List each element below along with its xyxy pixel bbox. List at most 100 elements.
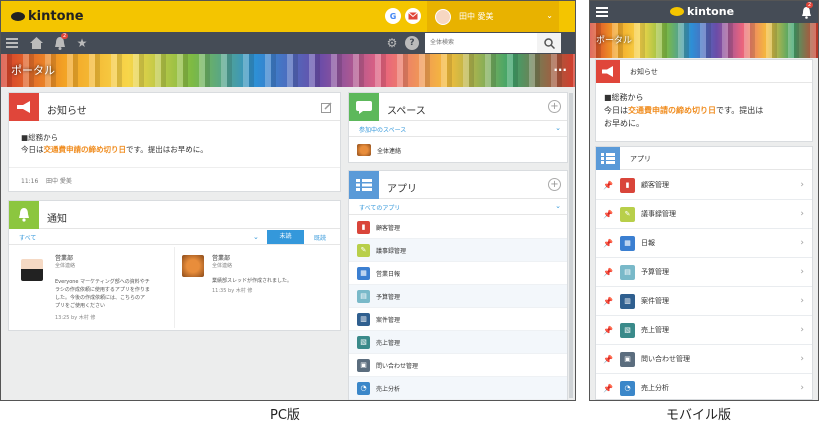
pin-icon[interactable]: 📌	[596, 326, 620, 335]
budget-app-icon: ▤	[620, 264, 635, 280]
chevron-down-icon: ⌄	[546, 11, 553, 20]
pc-caption: PC版	[270, 408, 300, 423]
sales-analysis-app-icon: ◔	[620, 380, 635, 396]
app-item[interactable]: ▦ 営業日報	[349, 262, 567, 285]
project-app-icon: ▥	[620, 293, 635, 309]
chevron-right-icon: ›	[800, 354, 804, 364]
kintone-cloud-icon	[670, 7, 684, 16]
bell-icon[interactable]: 2	[800, 2, 814, 19]
app-list-icon	[596, 147, 620, 170]
help-icon[interactable]: ?	[405, 36, 419, 50]
g-icon[interactable]: G	[385, 8, 401, 24]
app-item[interactable]: ▣ 問い合わせ管理	[349, 354, 567, 377]
add-space-button[interactable]: +	[548, 100, 561, 113]
mail-icon[interactable]	[405, 8, 421, 24]
portal-title: ポータル	[11, 64, 55, 77]
search-button[interactable]	[537, 33, 561, 53]
add-app-button[interactable]: +	[548, 178, 561, 191]
chevron-right-icon: ›	[800, 383, 804, 393]
user-menu[interactable]: 田中 愛美 ⌄	[427, 1, 559, 32]
app-list: ▮ 顧客管理 ✎ 議事録管理 ▦ 営業日報 ▤ 予算管理 ▥ 案件管理 ▧ 売上管理 ▣ 問い…	[349, 216, 567, 400]
pin-icon[interactable]: 📌	[596, 239, 620, 248]
minutes-app-icon: ✎	[620, 206, 635, 222]
bell-icon	[9, 201, 39, 229]
notification-item[interactable]: 営業部 全体連絡 Everyone マーケティング部への資料やチ ラシの作成依頼…	[17, 253, 167, 327]
hamburger-icon[interactable]	[5, 36, 19, 50]
notification-panel: 通知 すべて ⌄ 未読 既読 営業部 全体連絡 Everyone マーケティング…	[8, 200, 341, 331]
edit-icon[interactable]	[320, 101, 332, 113]
kintone-logo[interactable]: kintone	[11, 9, 84, 24]
app-item[interactable]: ▥ 案件管理	[349, 308, 567, 331]
app-item[interactable]: 📌 ▮ 顧客管理 ›	[596, 171, 812, 200]
app-item[interactable]: 📌 ▦ 日報 ›	[596, 229, 812, 258]
notification-filter[interactable]: すべて	[19, 233, 36, 242]
tab-unread[interactable]: 未読	[267, 230, 304, 244]
pin-icon[interactable]: 📌	[596, 297, 620, 306]
space-item[interactable]: 全体連絡	[349, 137, 567, 163]
chevron-down-icon: ⌄	[555, 202, 561, 210]
pc-header: kintone G 田中 愛美 ⌄	[1, 1, 575, 32]
customer-app-icon: ▮	[620, 177, 635, 193]
app-item[interactable]: 📌 ▥ 案件管理 ›	[596, 287, 812, 316]
sales-app-icon: ▧	[620, 322, 635, 338]
app-item[interactable]: 📌 ▣ 問い合わせ管理 ›	[596, 345, 812, 374]
app-filter[interactable]: すべてのアプリ ⌄	[349, 199, 567, 215]
bell-count-badge: 2	[806, 2, 814, 8]
notification-item[interactable]: 営業部 全体連絡 業績部スレッドが作成されました。 11:35 by 木村 修	[182, 253, 332, 303]
space-filter[interactable]: 参加中のスペース ⌄	[349, 121, 567, 137]
pin-icon[interactable]: 📌	[596, 268, 620, 277]
app-item[interactable]: ▮ 顧客管理	[349, 216, 567, 239]
notice-meta: 11:16 田中 愛美	[21, 178, 72, 185]
avatar	[21, 259, 43, 281]
pin-icon[interactable]: 📌	[596, 355, 620, 364]
app-list: 📌 ▮ 顧客管理 › 📌 ✎ 議事録管理 › 📌 ▦ 日報 › 📌 ▤ 予算管理 › 📌 ▥ 案件管理 › 📌…	[596, 171, 812, 399]
space-thumbnail	[357, 144, 371, 156]
notice-body: ■総務から 今日は交通費申請の締め切り日です。提出はお早めに。	[21, 133, 208, 154]
hamburger-icon[interactable]	[596, 6, 608, 18]
chevron-right-icon: ›	[800, 267, 804, 277]
search-input[interactable]	[425, 33, 537, 53]
inquiry-app-icon: ▣	[620, 351, 635, 367]
scrollbar[interactable]	[569, 93, 573, 398]
app-item[interactable]: 📌 ✎ 議事録管理 ›	[596, 200, 812, 229]
app-item[interactable]: 📌 ◔ 売上分析 ›	[596, 374, 812, 400]
app-item[interactable]: ▧ 売上管理	[349, 331, 567, 354]
inquiry-app-icon: ▣	[357, 358, 370, 372]
portal-banner: ポータル ...	[1, 54, 575, 87]
search-icon	[543, 37, 555, 49]
app-item[interactable]: 📌 ▧ 売上管理 ›	[596, 316, 812, 345]
chevron-right-icon: ›	[800, 296, 804, 306]
pin-icon[interactable]: 📌	[596, 181, 620, 190]
chevron-right-icon: ›	[800, 325, 804, 335]
app-item[interactable]: ◔ 売上分析	[349, 377, 567, 400]
star-icon[interactable]: ★	[75, 36, 89, 50]
gear-icon[interactable]: ⚙	[385, 36, 399, 50]
home-icon[interactable]	[29, 36, 43, 50]
chevron-down-icon[interactable]: ⌄	[253, 233, 259, 241]
tab-read[interactable]: 既読	[314, 233, 326, 242]
notice-header: お知らせ	[9, 93, 340, 121]
app-list-icon	[349, 171, 379, 199]
avatar	[182, 255, 204, 277]
app-title: アプリ	[387, 184, 417, 195]
pc-screen: kintone G 田中 愛美 ⌄ 2 ★ ⚙ ? ポータル ...	[0, 0, 576, 401]
kintone-logo[interactable]: kintone	[670, 5, 734, 18]
minutes-app-icon: ✎	[357, 243, 370, 257]
pin-icon[interactable]: 📌	[596, 210, 620, 219]
app-item[interactable]: ▤ 予算管理	[349, 285, 567, 308]
app-panel: アプリ 📌 ▮ 顧客管理 › 📌 ✎ 議事録管理 › 📌 ▦ 日報 › 📌 ▤ 予算管理 › 📌 ▥ 案件管…	[595, 146, 813, 400]
app-item[interactable]: ✎ 議事録管理	[349, 239, 567, 262]
notice-panel: お知らせ ■総務から 今日は交通費申請の締め切り日です。提出はお早めに。 11:…	[8, 92, 341, 192]
mobile-caption: モバイル版	[666, 408, 732, 423]
mobile-screen: kintone 2 ポータル お知らせ ■総務から 今日は交通費申請の締め切り日…	[589, 0, 819, 401]
customer-app-icon: ▮	[357, 220, 370, 234]
more-menu-button[interactable]: ...	[553, 60, 567, 74]
bell-icon[interactable]: 2	[53, 33, 69, 50]
notice-title: お知らせ	[630, 68, 658, 76]
app-title: アプリ	[630, 155, 651, 163]
portal-banner: ポータル	[590, 23, 818, 58]
notice-title: お知らせ	[47, 106, 87, 117]
pin-icon[interactable]: 📌	[596, 384, 620, 393]
chevron-right-icon: ›	[800, 209, 804, 219]
app-item[interactable]: 📌 ▤ 予算管理 ›	[596, 258, 812, 287]
